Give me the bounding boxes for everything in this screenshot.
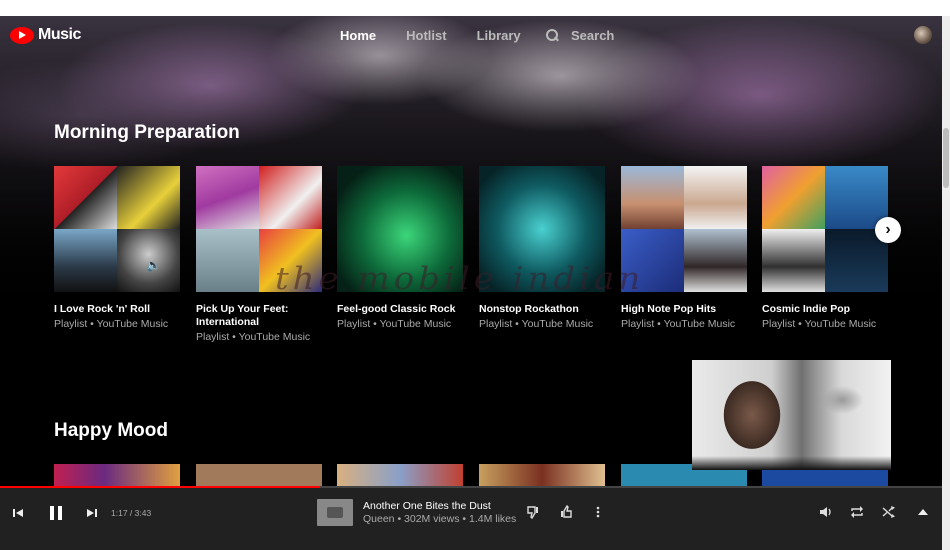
scrollbar-thumb[interactable]	[943, 128, 949, 188]
scrollbar[interactable]	[942, 16, 950, 550]
playlist-card[interactable]: Feel-good Classic Rock Playlist • YouTub…	[337, 166, 463, 331]
previous-icon	[13, 509, 23, 517]
volume-icon	[820, 507, 831, 517]
avatar[interactable]	[914, 26, 932, 44]
playlist-card[interactable]: High Note Pop Hits Playlist • YouTube Mu…	[621, 166, 747, 331]
card-title: Pick Up Your Feet: International	[196, 303, 289, 328]
song-thumbnail[interactable]	[317, 499, 353, 526]
card-subtitle: Playlist • YouTube Music	[479, 318, 594, 330]
playlist-thumbnail	[762, 166, 888, 292]
play-logo-icon	[10, 26, 34, 44]
playlist-thumbnail: 🔈	[54, 166, 180, 292]
volume-button[interactable]	[818, 504, 834, 520]
previous-button[interactable]	[10, 506, 26, 520]
card-subtitle: Playlist • YouTube Music	[337, 318, 452, 330]
search-icon	[546, 29, 559, 42]
search-label: Search	[571, 28, 615, 43]
repeat-button[interactable]	[849, 504, 865, 520]
nav-library[interactable]: Library	[477, 28, 521, 43]
playlist-card[interactable]: Cosmic Indie Pop Playlist • YouTube Musi…	[762, 166, 888, 331]
song-title: Another One Bites the Dust	[363, 500, 491, 512]
video-thumbnail-icon	[327, 507, 343, 518]
player-bar: 1:17 / 3:43 Another One Bites the Dust Q…	[0, 488, 942, 550]
more-icon	[596, 506, 600, 518]
time-display: 1:17 / 3:43	[111, 508, 152, 518]
song-subtitle: Queen • 302M views • 1.4M likes	[363, 513, 517, 525]
watermark: the mobile indian	[275, 261, 645, 297]
app-window: Music Home Hotlist Library Search Mornin…	[0, 16, 942, 550]
more-options-button[interactable]	[592, 504, 604, 520]
playlist-card[interactable]	[479, 464, 605, 486]
nav-hotlist[interactable]: Hotlist	[406, 28, 446, 43]
card-title: Feel-good Classic Rock	[337, 303, 456, 315]
expand-player-button[interactable]	[916, 506, 930, 518]
search-button[interactable]: Search	[546, 28, 614, 43]
card-title: Nonstop Rockathon	[479, 303, 579, 315]
pause-icon	[50, 506, 62, 520]
playlist-card[interactable]: Nonstop Rockathon Playlist • YouTube Mus…	[479, 166, 605, 331]
expand-icon	[918, 509, 928, 515]
like-icon	[561, 505, 572, 518]
nav-home[interactable]: Home	[340, 28, 376, 43]
repeat-icon	[851, 506, 863, 518]
mini-player-video[interactable]	[692, 360, 891, 470]
section-title-happy-mood: Happy Mood	[54, 420, 168, 441]
top-nav: Music Home Hotlist Library Search	[0, 16, 942, 56]
card-subtitle: Playlist • YouTube Music	[54, 318, 169, 330]
playlist-card[interactable]: 🔈 I Love Rock 'n' Roll Playlist • YouTub…	[54, 166, 180, 331]
carousel-next-button[interactable]: ›	[875, 217, 901, 243]
playlist-card[interactable]	[196, 464, 322, 486]
card-title: Cosmic Indie Pop	[762, 303, 851, 315]
shuffle-icon	[882, 506, 895, 518]
playlist-card[interactable]	[337, 464, 463, 486]
dislike-button[interactable]	[525, 504, 541, 520]
card-subtitle: Playlist • YouTube Music	[621, 318, 736, 330]
playlist-card[interactable]	[54, 464, 180, 486]
pause-button[interactable]	[46, 503, 66, 523]
like-button[interactable]	[558, 504, 574, 520]
logo-text: Music	[38, 26, 81, 43]
shuffle-button[interactable]	[881, 504, 897, 520]
card-subtitle: Playlist • YouTube Music	[762, 318, 877, 330]
next-icon	[87, 509, 97, 517]
playlist-card[interactable]: Pick Up Your Feet: International Playlis…	[196, 166, 322, 344]
next-button[interactable]	[84, 506, 100, 520]
chevron-right-icon: ›	[885, 221, 891, 238]
card-title: I Love Rock 'n' Roll	[54, 303, 151, 315]
card-subtitle: Playlist • YouTube Music	[196, 331, 311, 343]
section-title-morning-preparation: Morning Preparation	[54, 122, 240, 143]
youtube-music-logo[interactable]: Music	[10, 26, 81, 44]
nav-links: Home Hotlist Library	[340, 28, 551, 43]
volume-overlay-icon: 🔈	[146, 258, 161, 272]
card-title: High Note Pop Hits	[621, 303, 717, 315]
dislike-icon	[527, 506, 538, 519]
